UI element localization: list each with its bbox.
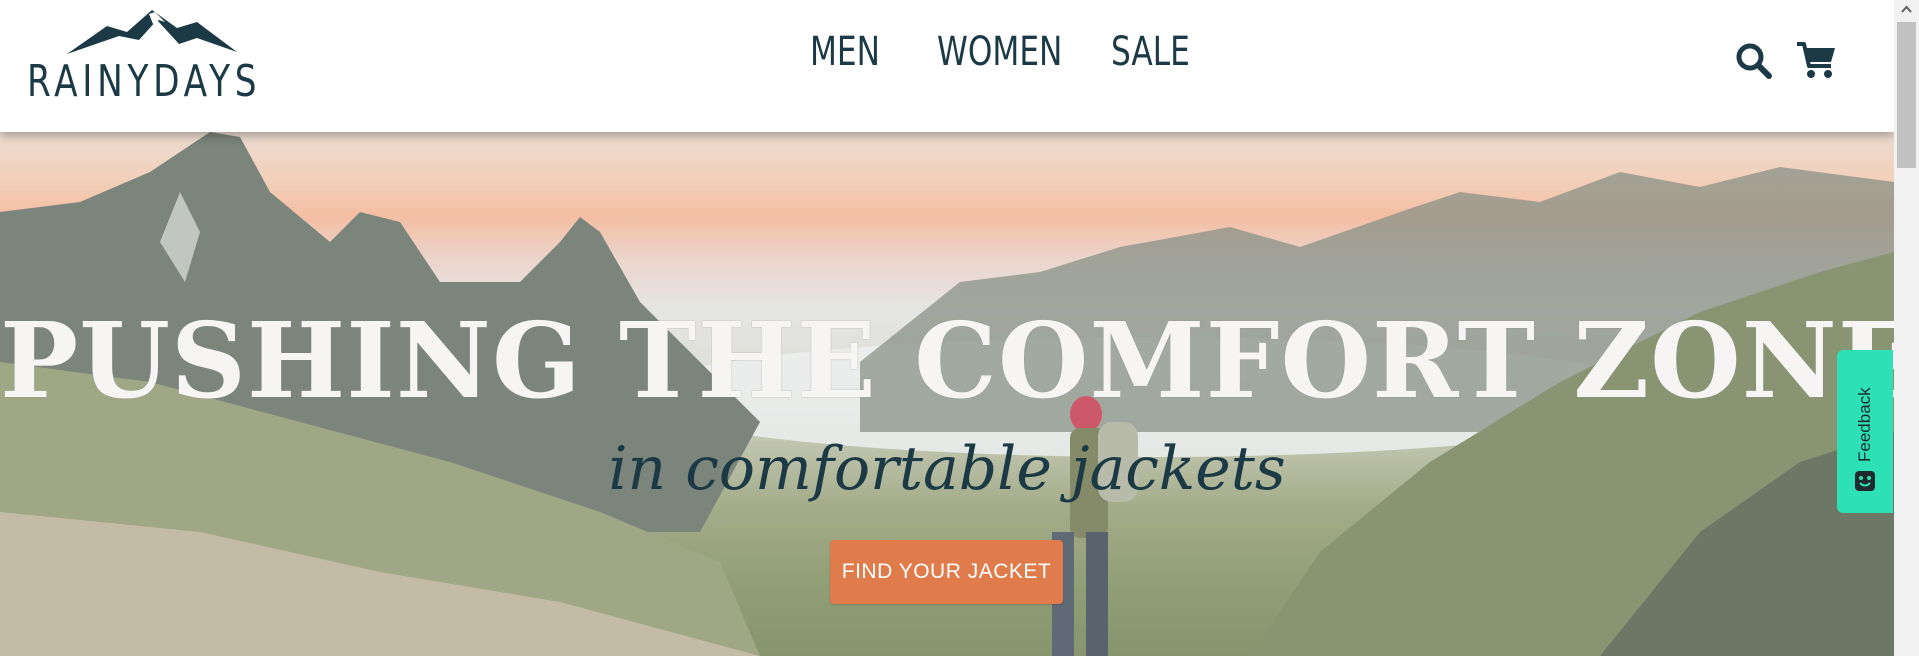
hero-subheadline: in comfortable jackets (608, 434, 1286, 504)
main-nav: MEN WOMEN SALE (0, 0, 1894, 116)
hero-headline: PUSHING THE COMFORT ZONE (0, 299, 1894, 422)
search-icon[interactable] (1735, 42, 1773, 80)
feedback-tab[interactable]: Feedback (1837, 350, 1893, 513)
smiley-icon (1854, 470, 1876, 492)
find-your-jacket-button[interactable]: FIND YOUR JACKET (830, 540, 1063, 604)
feedback-label: Feedback (1855, 387, 1874, 463)
nav-item-men[interactable]: MEN (810, 32, 880, 72)
scrollbar-thumb[interactable] (1897, 22, 1916, 168)
site-header: RAINYDAYS MEN WOMEN SALE (0, 0, 1894, 132)
nav-item-women[interactable]: WOMEN (937, 32, 1062, 72)
nav-item-sale[interactable]: SALE (1111, 32, 1190, 72)
scroll-up-arrow-icon[interactable] (1894, 0, 1919, 20)
cart-icon[interactable] (1795, 40, 1837, 80)
vertical-scrollbar[interactable] (1894, 0, 1919, 656)
page: RAINYDAYS MEN WOMEN SALE PUSHING THE COM… (0, 0, 1894, 656)
hero-banner: PUSHING THE COMFORT ZONE in comfortable … (0, 132, 1894, 656)
